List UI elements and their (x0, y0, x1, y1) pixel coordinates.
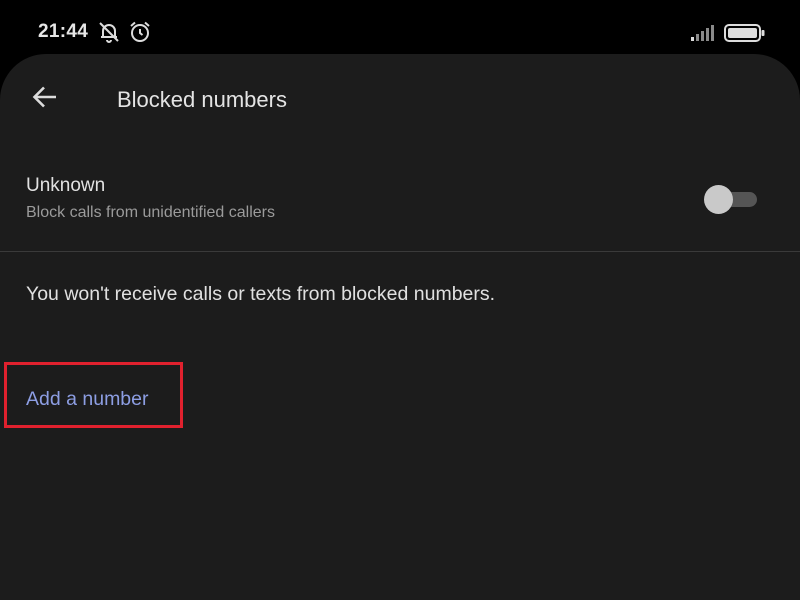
page-title: Blocked numbers (117, 87, 287, 112)
signal-icon (690, 24, 716, 47)
setting-subtitle: Block calls from unidentified callers (26, 204, 275, 221)
arrow-left-icon (30, 82, 60, 117)
unknown-callers-setting[interactable]: Unknown Block calls from unidentified ca… (0, 162, 800, 250)
unknown-callers-toggle[interactable] (703, 182, 759, 216)
toggle-thumb (704, 185, 733, 214)
battery-icon (724, 23, 766, 48)
back-button[interactable] (22, 76, 68, 122)
add-a-number-label: Add a number (26, 388, 149, 410)
phone-screen: 21:44 Blocked numbers Unknown Block call… (0, 0, 800, 600)
blocked-info-text: You won't receive calls or texts from bl… (26, 283, 496, 305)
alarm-icon (128, 20, 152, 49)
setting-title: Unknown (26, 175, 106, 196)
add-a-number-button[interactable]: Add a number (4, 362, 183, 428)
status-bar: 21:44 (0, 0, 800, 60)
status-time: 21:44 (38, 21, 89, 42)
divider (0, 251, 800, 252)
toolbar: Blocked numbers (0, 54, 800, 146)
notifications-muted-icon (97, 20, 121, 49)
blocked-numbers-page: Blocked numbers Unknown Block calls from… (0, 54, 800, 600)
